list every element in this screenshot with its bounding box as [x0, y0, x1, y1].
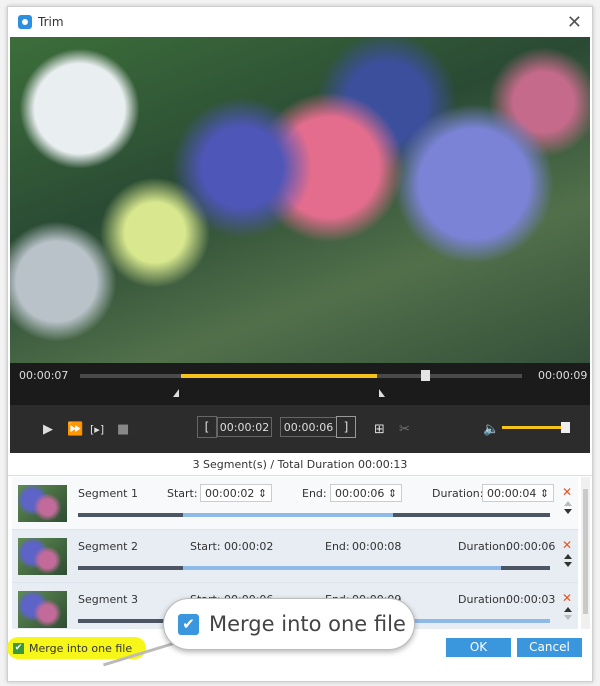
scrollbar-thumb[interactable] [583, 489, 588, 614]
move-up-icon[interactable] [564, 554, 572, 559]
duration-value: 00:00:03 [506, 593, 556, 606]
move-down-icon[interactable] [564, 509, 572, 514]
scissors-icon[interactable]: ✂ [399, 422, 410, 437]
start-value: 00:00:02 [224, 540, 274, 553]
play-selection-icon[interactable]: [▸] [90, 423, 104, 436]
duration-label: Duration: [458, 540, 510, 553]
ok-button[interactable]: OK [446, 638, 511, 657]
end-value: 00:00:06 [335, 486, 385, 500]
segment-bar [78, 566, 550, 570]
film-icon [18, 15, 32, 29]
callout-label: Merge into one file [209, 612, 406, 636]
timeline[interactable]: 00:00:07 00:00:09 [10, 363, 590, 405]
segment-name: Segment 1 [78, 487, 138, 500]
end-spinner[interactable]: 00:00:06 ⇕ [330, 484, 403, 502]
end-time-field[interactable]: 00:00:06 [280, 417, 337, 437]
close-icon[interactable]: ✕ [567, 12, 582, 33]
volume-slider[interactable] [502, 426, 566, 429]
fast-forward-icon[interactable]: ⏩ [67, 422, 83, 437]
segment-list-scrollbar[interactable] [581, 477, 590, 629]
timeline-selection [181, 374, 377, 378]
cancel-button[interactable]: Cancel [517, 638, 582, 657]
volume-icon[interactable]: 🔈 [483, 422, 499, 437]
timeline-track[interactable] [80, 370, 522, 381]
duration-value: 00:00:06 [506, 540, 556, 553]
video-preview [10, 37, 590, 363]
current-time: 00:00:07 [19, 369, 69, 382]
end-label: End: [302, 487, 327, 500]
checkbox-checked-icon: ✔ [178, 613, 199, 635]
add-segment-icon[interactable]: ⊞ [374, 422, 385, 437]
control-bar: ▶ ⏩ [▸] ■ [ 00:00:02 00:00:06 ] ⊞ ✂ 🔈 [10, 405, 590, 453]
move-down-icon[interactable] [564, 562, 572, 567]
duration-label: Duration: [432, 487, 484, 500]
start-marker[interactable] [173, 389, 179, 397]
start-spinner[interactable]: 00:00:02 ⇕ [200, 484, 273, 502]
segment-name: Segment 2 [78, 540, 138, 553]
duration-value: 00:00:04 [487, 486, 537, 500]
total-time: 00:00:09 [538, 369, 588, 382]
segment-thumbnail [18, 485, 67, 522]
delete-icon[interactable]: ✕ [562, 591, 572, 605]
set-start-button[interactable]: [ [197, 416, 217, 438]
move-up-icon[interactable] [564, 607, 572, 612]
segment-row[interactable]: Segment 1 Start: 00:00:02 ⇕ End: 00:00:0… [12, 477, 578, 530]
move-down-icon [564, 615, 572, 620]
segment-row[interactable]: Segment 2 Start: 00:00:02 End: 00:00:08 … [12, 530, 578, 583]
start-time-field[interactable]: 00:00:02 [217, 417, 272, 437]
delete-icon[interactable]: ✕ [562, 485, 572, 499]
start-label: Start: [190, 540, 221, 553]
checkbox-checked-icon[interactable]: ✔ [13, 642, 24, 654]
volume-handle[interactable] [561, 422, 570, 433]
set-end-button[interactable]: ] [336, 416, 356, 438]
delete-icon[interactable]: ✕ [562, 538, 572, 552]
segment-thumbnail [18, 591, 67, 628]
start-value: 00:00:02 [205, 486, 255, 500]
duration-label: Duration: [458, 593, 510, 606]
start-label: Start: [167, 487, 198, 500]
window-title: Trim [38, 15, 64, 29]
playhead-handle[interactable] [421, 370, 430, 381]
merge-callout: ✔ Merge into one file [163, 598, 415, 650]
merge-label: Merge into one file [29, 641, 133, 655]
title-bar: Trim ✕ [8, 7, 592, 37]
segments-summary: 3 Segment(s) / Total Duration 00:00:13 [8, 453, 592, 476]
duration-spinner[interactable]: 00:00:04 ⇕ [482, 484, 555, 502]
segment-bar [78, 513, 550, 517]
trim-dialog: Trim ✕ 00:00:07 00:00:09 ▶ ⏩ [▸] ■ [ 00:… [7, 6, 593, 682]
play-icon[interactable]: ▶ [43, 422, 53, 437]
move-up-icon [564, 501, 572, 506]
stop-icon[interactable]: ■ [117, 422, 129, 437]
end-value: 00:00:08 [352, 540, 402, 553]
end-marker[interactable] [379, 389, 385, 397]
segment-thumbnail [18, 538, 67, 575]
segment-name: Segment 3 [78, 593, 138, 606]
end-label: End: [325, 540, 350, 553]
